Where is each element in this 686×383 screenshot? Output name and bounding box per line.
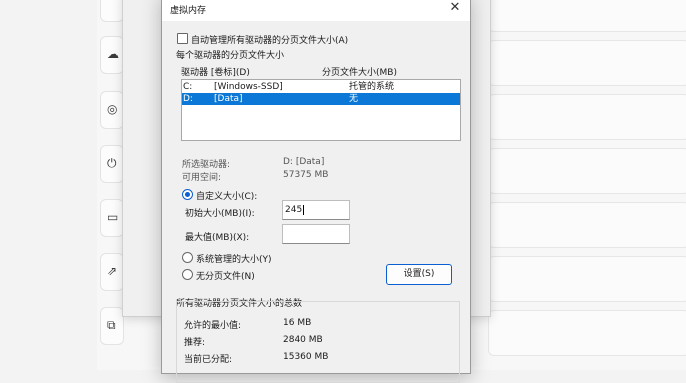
initial-size-label: 初始大小(MB)(I): <box>185 209 255 219</box>
settings-card[interactable] <box>488 148 686 194</box>
settings-tile[interactable]: ⧉ <box>100 307 124 345</box>
settings-tile[interactable]: ▭ <box>100 199 124 237</box>
drive-size: 无 <box>349 94 359 104</box>
settings-tile[interactable]: ☁ <box>100 36 124 74</box>
min-allowed-label: 允许的最小值: <box>184 321 242 331</box>
storage-icon: ▭ <box>107 210 119 224</box>
dialog-title: 虚拟内存 <box>170 6 207 16</box>
close-icon[interactable]: ✕ <box>444 0 466 17</box>
max-size-input[interactable] <box>282 224 350 244</box>
size-column-header: 分页文件大小(MB) <box>322 68 397 78</box>
custom-size-radio[interactable] <box>182 189 193 200</box>
settings-card[interactable] <box>488 94 686 140</box>
auto-manage-checkbox[interactable] <box>177 33 188 44</box>
initial-size-input[interactable]: 245 <box>282 200 350 220</box>
recommended-value: 2840 MB <box>283 335 323 345</box>
current-allocated-label: 当前已分配: <box>184 355 233 365</box>
drive-label: [Windows-SSD] <box>214 82 283 92</box>
selected-drive-label: 所选驱动器: <box>182 160 231 170</box>
copy-icon: ⧉ <box>107 318 116 332</box>
custom-size-label[interactable]: 自定义大小(C): <box>196 189 257 202</box>
settings-card[interactable] <box>488 256 686 302</box>
recommended-label: 推荐: <box>184 338 206 348</box>
drive-label: [Data] <box>214 94 243 104</box>
drive-row-c[interactable]: C: [Windows-SSD] 托管的系统 <box>182 81 460 93</box>
share-icon: ⇗ <box>107 264 118 278</box>
settings-tile[interactable]: ⏻ <box>100 145 124 183</box>
drive-size: 托管的系统 <box>349 82 395 92</box>
system-managed-radio[interactable] <box>182 252 193 263</box>
settings-card[interactable] <box>488 40 686 86</box>
drive-row-d[interactable]: D: [Data] 无 <box>182 93 460 105</box>
per-drive-heading: 每个驱动器的分页文件大小 <box>176 51 285 61</box>
max-size-label: 最大值(MB)(X): <box>185 233 250 243</box>
drive-list[interactable]: C: [Windows-SSD] 托管的系统 D: [Data] 无 <box>181 79 461 141</box>
settings-card[interactable] <box>488 310 686 356</box>
drive-letter: C: <box>183 82 193 92</box>
auto-manage-label[interactable]: 自动管理所有驱动器的分页文件大小(A) <box>191 33 348 46</box>
power-icon: ⏻ <box>107 156 117 170</box>
drive-column-header: 驱动器 [卷标](D) <box>181 68 250 78</box>
available-space-value: 57375 MB <box>283 170 329 180</box>
current-allocated-value: 15360 MB <box>283 352 329 362</box>
drive-letter: D: <box>183 94 193 104</box>
min-allowed-value: 16 MB <box>283 318 312 328</box>
settings-card[interactable] <box>488 202 686 248</box>
settings-card[interactable] <box>488 0 686 32</box>
target-icon: ◎ <box>107 102 118 116</box>
available-space-label: 可用空间: <box>182 173 222 183</box>
no-paging-label[interactable]: 无分页文件(N) <box>196 269 255 282</box>
cloud-icon: ☁ <box>107 47 119 61</box>
virtual-memory-dialog: 虚拟内存 ✕ 自动管理所有驱动器的分页文件大小(A) 每个驱动器的分页文件大小 … <box>161 0 471 383</box>
no-paging-radio[interactable] <box>182 269 193 280</box>
selected-drive-value: D: [Data] <box>283 157 325 167</box>
settings-tile[interactable]: ⇗ <box>100 253 124 291</box>
settings-tile[interactable]: ◎ <box>100 91 124 129</box>
set-button[interactable]: 设置(S) <box>386 264 452 285</box>
title-bar: 虚拟内存 ✕ <box>162 0 470 21</box>
settings-tile[interactable] <box>100 0 124 22</box>
system-managed-label[interactable]: 系统管理的大小(Y) <box>196 252 272 265</box>
initial-size-value: 245 <box>285 205 303 215</box>
